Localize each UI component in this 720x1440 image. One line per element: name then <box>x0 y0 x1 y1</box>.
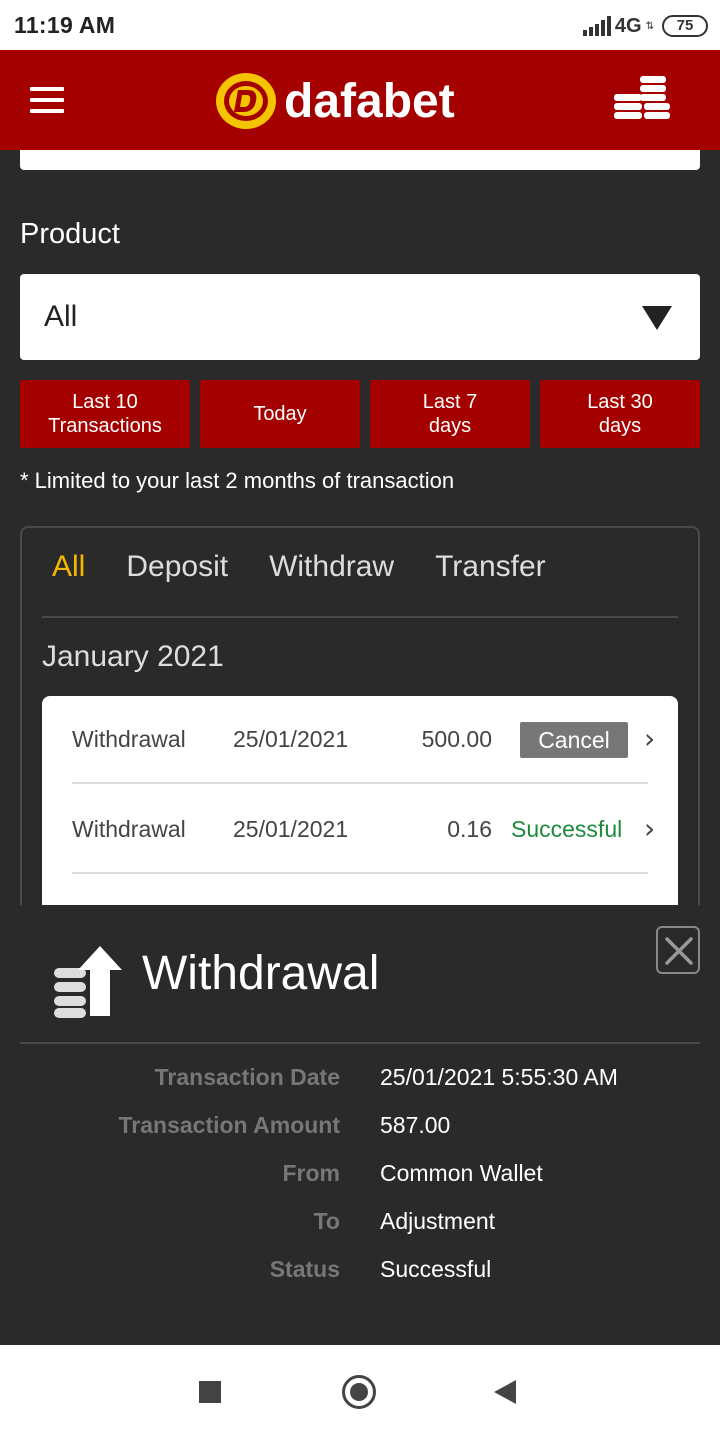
tab-transfer[interactable]: Transfer <box>435 550 546 590</box>
transaction-row[interactable]: Withdrawal 25/01/2021 0.16 Successful › <box>72 786 655 874</box>
data-arrows-icon: ⇅ <box>645 20 654 32</box>
detail-value: Common Wallet <box>380 1160 543 1186</box>
back-icon[interactable] <box>494 1380 516 1404</box>
product-select-value: All <box>44 300 78 333</box>
detail-divider <box>20 1042 700 1044</box>
close-button[interactable] <box>656 926 700 974</box>
detail-label: Status <box>269 1256 340 1282</box>
transaction-tabs: All Deposit Withdraw Transfer <box>30 550 587 590</box>
status-bar: 11:19 AM 4G ⇅ 75 <box>0 0 720 50</box>
home-icon[interactable] <box>342 1375 376 1409</box>
transaction-type: Withdrawal <box>72 726 186 752</box>
transaction-type: Withdrawal <box>72 816 186 842</box>
brand-name: dafabet <box>284 74 455 128</box>
detail-row-date: Transaction Date 25/01/2021 5:55:30 AM <box>0 1064 720 1094</box>
detail-value: 587.00 <box>380 1112 451 1138</box>
detail-label: Transaction Date <box>154 1064 340 1090</box>
transaction-amount: 500.00 <box>421 726 492 752</box>
system-nav-bar <box>0 1345 720 1440</box>
transaction-amount: 0.16 <box>447 816 492 842</box>
coins-icon[interactable] <box>612 74 672 124</box>
cancel-button[interactable]: Cancel <box>520 722 628 758</box>
transaction-date: 25/01/2021 <box>233 816 349 842</box>
detail-row-to: To Adjustment <box>0 1208 720 1238</box>
status-time: 11:19 AM <box>14 12 116 38</box>
network-type: 4G <box>614 14 642 37</box>
detail-value: 25/01/2021 5:55:30 AM <box>380 1064 618 1090</box>
recents-icon[interactable] <box>199 1381 221 1403</box>
detail-label: From <box>282 1160 341 1186</box>
limit-note: * Limited to your last 2 months of trans… <box>20 468 455 493</box>
dropdown-caret-icon <box>642 306 672 330</box>
product-select[interactable]: All <box>20 274 700 360</box>
chevron-right-icon[interactable]: › <box>644 722 655 755</box>
tab-all[interactable]: All <box>52 550 85 590</box>
status-icons: 4G ⇅ 75 <box>582 12 708 40</box>
tabs-divider <box>42 616 678 618</box>
month-heading: January 2021 <box>42 640 224 673</box>
app-header: dafabet <box>0 50 720 150</box>
status-badge: Successful <box>511 816 623 842</box>
dafabet-logo-icon <box>216 73 276 129</box>
row-divider <box>72 782 648 784</box>
detail-value: Successful <box>380 1256 492 1282</box>
close-icon <box>665 937 693 965</box>
detail-value: Adjustment <box>380 1208 496 1234</box>
tab-withdraw[interactable]: Withdraw <box>269 550 394 590</box>
battery-icon: 75 <box>662 15 708 37</box>
product-label: Product <box>20 218 120 250</box>
today-button[interactable]: Today <box>200 380 360 448</box>
date-range-input[interactable] <box>20 150 700 170</box>
detail-row-amount: Transaction Amount 587.00 <box>0 1112 720 1142</box>
last-30-days-button[interactable]: Last 30 days <box>540 380 700 448</box>
transactions-list: Withdrawal 25/01/2021 500.00 Cancel › Wi… <box>42 696 678 906</box>
brand-logo[interactable]: dafabet <box>214 70 455 132</box>
detail-row-from: From Common Wallet <box>0 1160 720 1190</box>
detail-title: Withdrawal <box>142 947 380 1000</box>
signal-icon <box>582 16 611 36</box>
row-divider <box>72 872 648 874</box>
chevron-right-icon[interactable]: › <box>644 812 655 845</box>
tab-deposit[interactable]: Deposit <box>126 550 228 590</box>
last-10-transactions-button[interactable]: Last 10 Transactions <box>20 380 190 448</box>
menu-icon[interactable] <box>30 87 64 113</box>
detail-row-status: Status Successful <box>0 1256 720 1286</box>
withdrawal-icon <box>54 946 122 1018</box>
detail-label: To <box>313 1208 340 1234</box>
last-7-days-button[interactable]: Last 7 days <box>370 380 530 448</box>
transaction-date: 25/01/2021 <box>233 726 349 752</box>
detail-label: Transaction Amount <box>118 1112 341 1138</box>
transaction-row[interactable]: Withdrawal 25/01/2021 500.00 Cancel › <box>72 696 655 784</box>
